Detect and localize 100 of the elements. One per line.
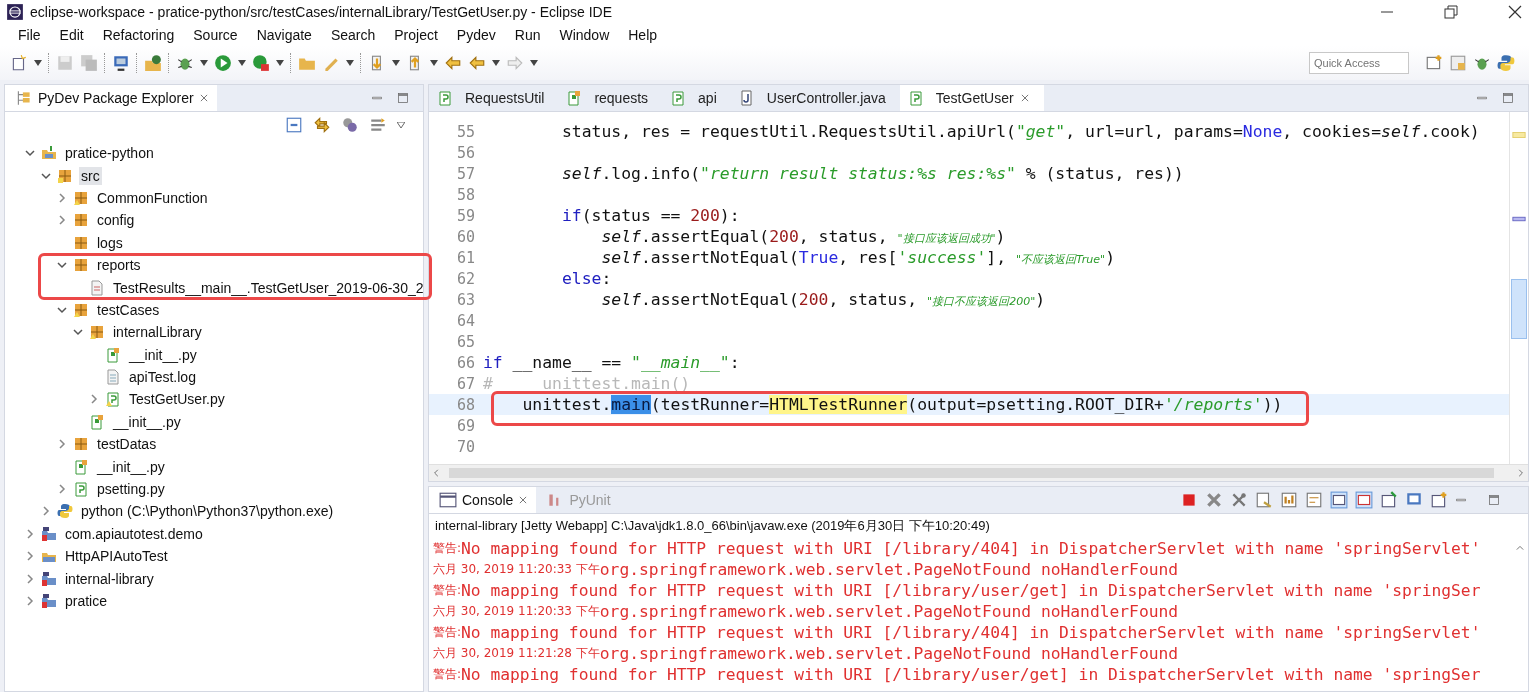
dropdown-caret-icon[interactable]	[530, 60, 538, 66]
tree-item[interactable]: python (C:\Python\Python37\python.exe)	[79, 502, 336, 521]
menu-item[interactable]: Help	[618, 27, 667, 43]
editor-tab[interactable]: RequestsUtil	[429, 85, 559, 111]
editor-tab[interactable]: TestGetUser	[899, 85, 1044, 111]
tree-item[interactable]: internalLibrary	[111, 323, 204, 342]
dropdown-caret-icon[interactable]	[200, 60, 208, 66]
console-tab[interactable]: Console	[429, 487, 537, 513]
show-output-icon[interactable]	[1330, 491, 1348, 509]
dropdown-caret-icon[interactable]	[492, 60, 500, 66]
maximize-icon[interactable]	[1488, 494, 1500, 506]
java-file-icon	[738, 90, 755, 106]
package-icon	[57, 167, 73, 184]
menu-item[interactable]: Source	[183, 27, 247, 43]
dropdown-caret-icon[interactable]	[276, 60, 284, 66]
tree-item[interactable]: config	[95, 211, 137, 230]
scroll-left-icon[interactable]	[433, 469, 441, 477]
editor-tab[interactable]: api	[662, 85, 731, 111]
link-editor-icon[interactable]	[313, 116, 331, 134]
scroll-right-icon[interactable]	[1516, 469, 1524, 477]
perspective-icon[interactable]	[1449, 54, 1467, 72]
remove-icon[interactable]	[1205, 491, 1223, 509]
package-explorer-icon	[15, 89, 33, 107]
clear-console-icon[interactable]	[1255, 491, 1273, 509]
open-type-icon[interactable]	[144, 54, 162, 72]
word-wrap-icon[interactable]	[1305, 491, 1323, 509]
maximize-icon[interactable]	[1502, 92, 1514, 104]
tree-item[interactable]: HttpAPIAutoTest	[63, 547, 170, 566]
focus-icon[interactable]	[369, 116, 387, 134]
menu-item[interactable]: Refactoring	[92, 27, 184, 43]
last-edit-icon[interactable]	[444, 54, 462, 72]
tree-item[interactable]: __init__.py	[127, 345, 199, 364]
python-icon[interactable]	[1497, 54, 1515, 72]
editor-tab[interactable]: UserController.java	[730, 85, 900, 111]
maximize-icon[interactable]	[397, 92, 409, 104]
menu-item[interactable]: Pydev	[446, 27, 505, 43]
tree-item[interactable]: __init__.py	[95, 457, 167, 476]
dropdown-caret-icon[interactable]	[346, 60, 354, 66]
editor-tab[interactable]: requests	[558, 85, 663, 111]
menu-item[interactable]: File	[8, 27, 50, 43]
open-perspective-icon[interactable]	[1425, 54, 1443, 72]
tree-item[interactable]: __init__.py	[111, 412, 183, 431]
menu-item[interactable]: Search	[320, 27, 385, 43]
tree-item[interactable]: apiTest.log	[127, 368, 198, 387]
filter-icon[interactable]	[341, 116, 359, 134]
overview-mark-icon	[1512, 216, 1526, 222]
close-icon[interactable]	[1507, 4, 1523, 20]
back-arrow-icon[interactable]	[468, 54, 486, 72]
python-file-icon	[437, 90, 453, 106]
package-icon	[73, 212, 89, 229]
tree-item[interactable]: TestResults__main__.TestGetUser_2019-06-30_2	[111, 278, 423, 297]
stop-icon[interactable]	[1180, 491, 1198, 509]
line-number: 62	[455, 269, 476, 288]
tree-item[interactable]: com.apiautotest.demo	[63, 524, 205, 543]
collapse-all-icon[interactable]	[285, 116, 303, 134]
package-icon	[73, 436, 89, 453]
scrollbar-thumb[interactable]	[1511, 279, 1527, 339]
quick-access-field[interactable]: Quick Access	[1309, 52, 1409, 74]
remove-all-icon[interactable]	[1230, 491, 1248, 509]
code-line: self.assertNotEqual(200, status, "接口不应该返回200")	[600, 290, 1046, 309]
scroll-lock-icon[interactable]	[1280, 491, 1298, 509]
run-tool-icon[interactable]	[252, 54, 270, 72]
dropdown-caret-icon[interactable]	[430, 60, 438, 66]
tree-item[interactable]: src	[79, 166, 102, 185]
project-folder-icon	[41, 525, 57, 542]
line-number: 69	[455, 416, 476, 435]
menu-item[interactable]: Navigate	[246, 27, 321, 43]
tree-item[interactable]: reports	[95, 256, 143, 275]
restore-icon[interactable]	[1443, 4, 1459, 20]
scroll-up-icon[interactable]	[1516, 544, 1524, 552]
tree-item[interactable]: testCases	[95, 300, 162, 319]
menu-item[interactable]: Window	[549, 27, 619, 43]
run-icon[interactable]	[214, 54, 232, 72]
new-file-icon[interactable]	[10, 54, 28, 72]
menu-item[interactable]: Edit	[49, 27, 93, 43]
tree-item[interactable]: internal-library	[63, 569, 156, 588]
tree-item[interactable]: pratice-python	[63, 144, 156, 163]
tree-item[interactable]: testDatas	[95, 435, 159, 454]
line-number: 55	[455, 122, 476, 141]
code-line: unittest.main(testRunner=HTMLTestRunner(output=psetting.ROOT_DIR+'/reports'))	[521, 395, 1283, 414]
tree-item[interactable]: logs	[95, 233, 125, 252]
monitor-icon[interactable]	[112, 54, 130, 72]
dropdown-caret-icon[interactable]	[392, 60, 400, 66]
python-file-icon	[566, 90, 583, 106]
tree-item[interactable]: TestGetUser.py	[127, 390, 227, 409]
menu-item[interactable]: Run	[504, 27, 550, 43]
log-line: 六月 30, 2019 11:20:33 下午org.springframework.web.servlet.PageNotFound noHandlerFound	[432, 559, 1180, 580]
new-console-icon[interactable]	[1430, 491, 1448, 509]
dropdown-caret-icon[interactable]	[34, 60, 42, 66]
explorer-tab[interactable]: PyDev Package Explorer	[5, 85, 217, 111]
menu-item[interactable]: Project	[384, 27, 447, 43]
tree-item[interactable]: psetting.py	[95, 480, 167, 499]
dropdown-caret-icon[interactable]	[238, 60, 246, 66]
show-error-icon[interactable]	[1355, 491, 1373, 509]
pin-icon[interactable]	[1380, 491, 1398, 509]
view-menu-icon[interactable]	[397, 122, 405, 128]
python-file-icon	[89, 413, 105, 430]
tree-item[interactable]: CommonFunction	[95, 188, 210, 207]
tree-item[interactable]: pratice	[63, 592, 110, 610]
scrollbar-thumb[interactable]	[449, 468, 1494, 478]
